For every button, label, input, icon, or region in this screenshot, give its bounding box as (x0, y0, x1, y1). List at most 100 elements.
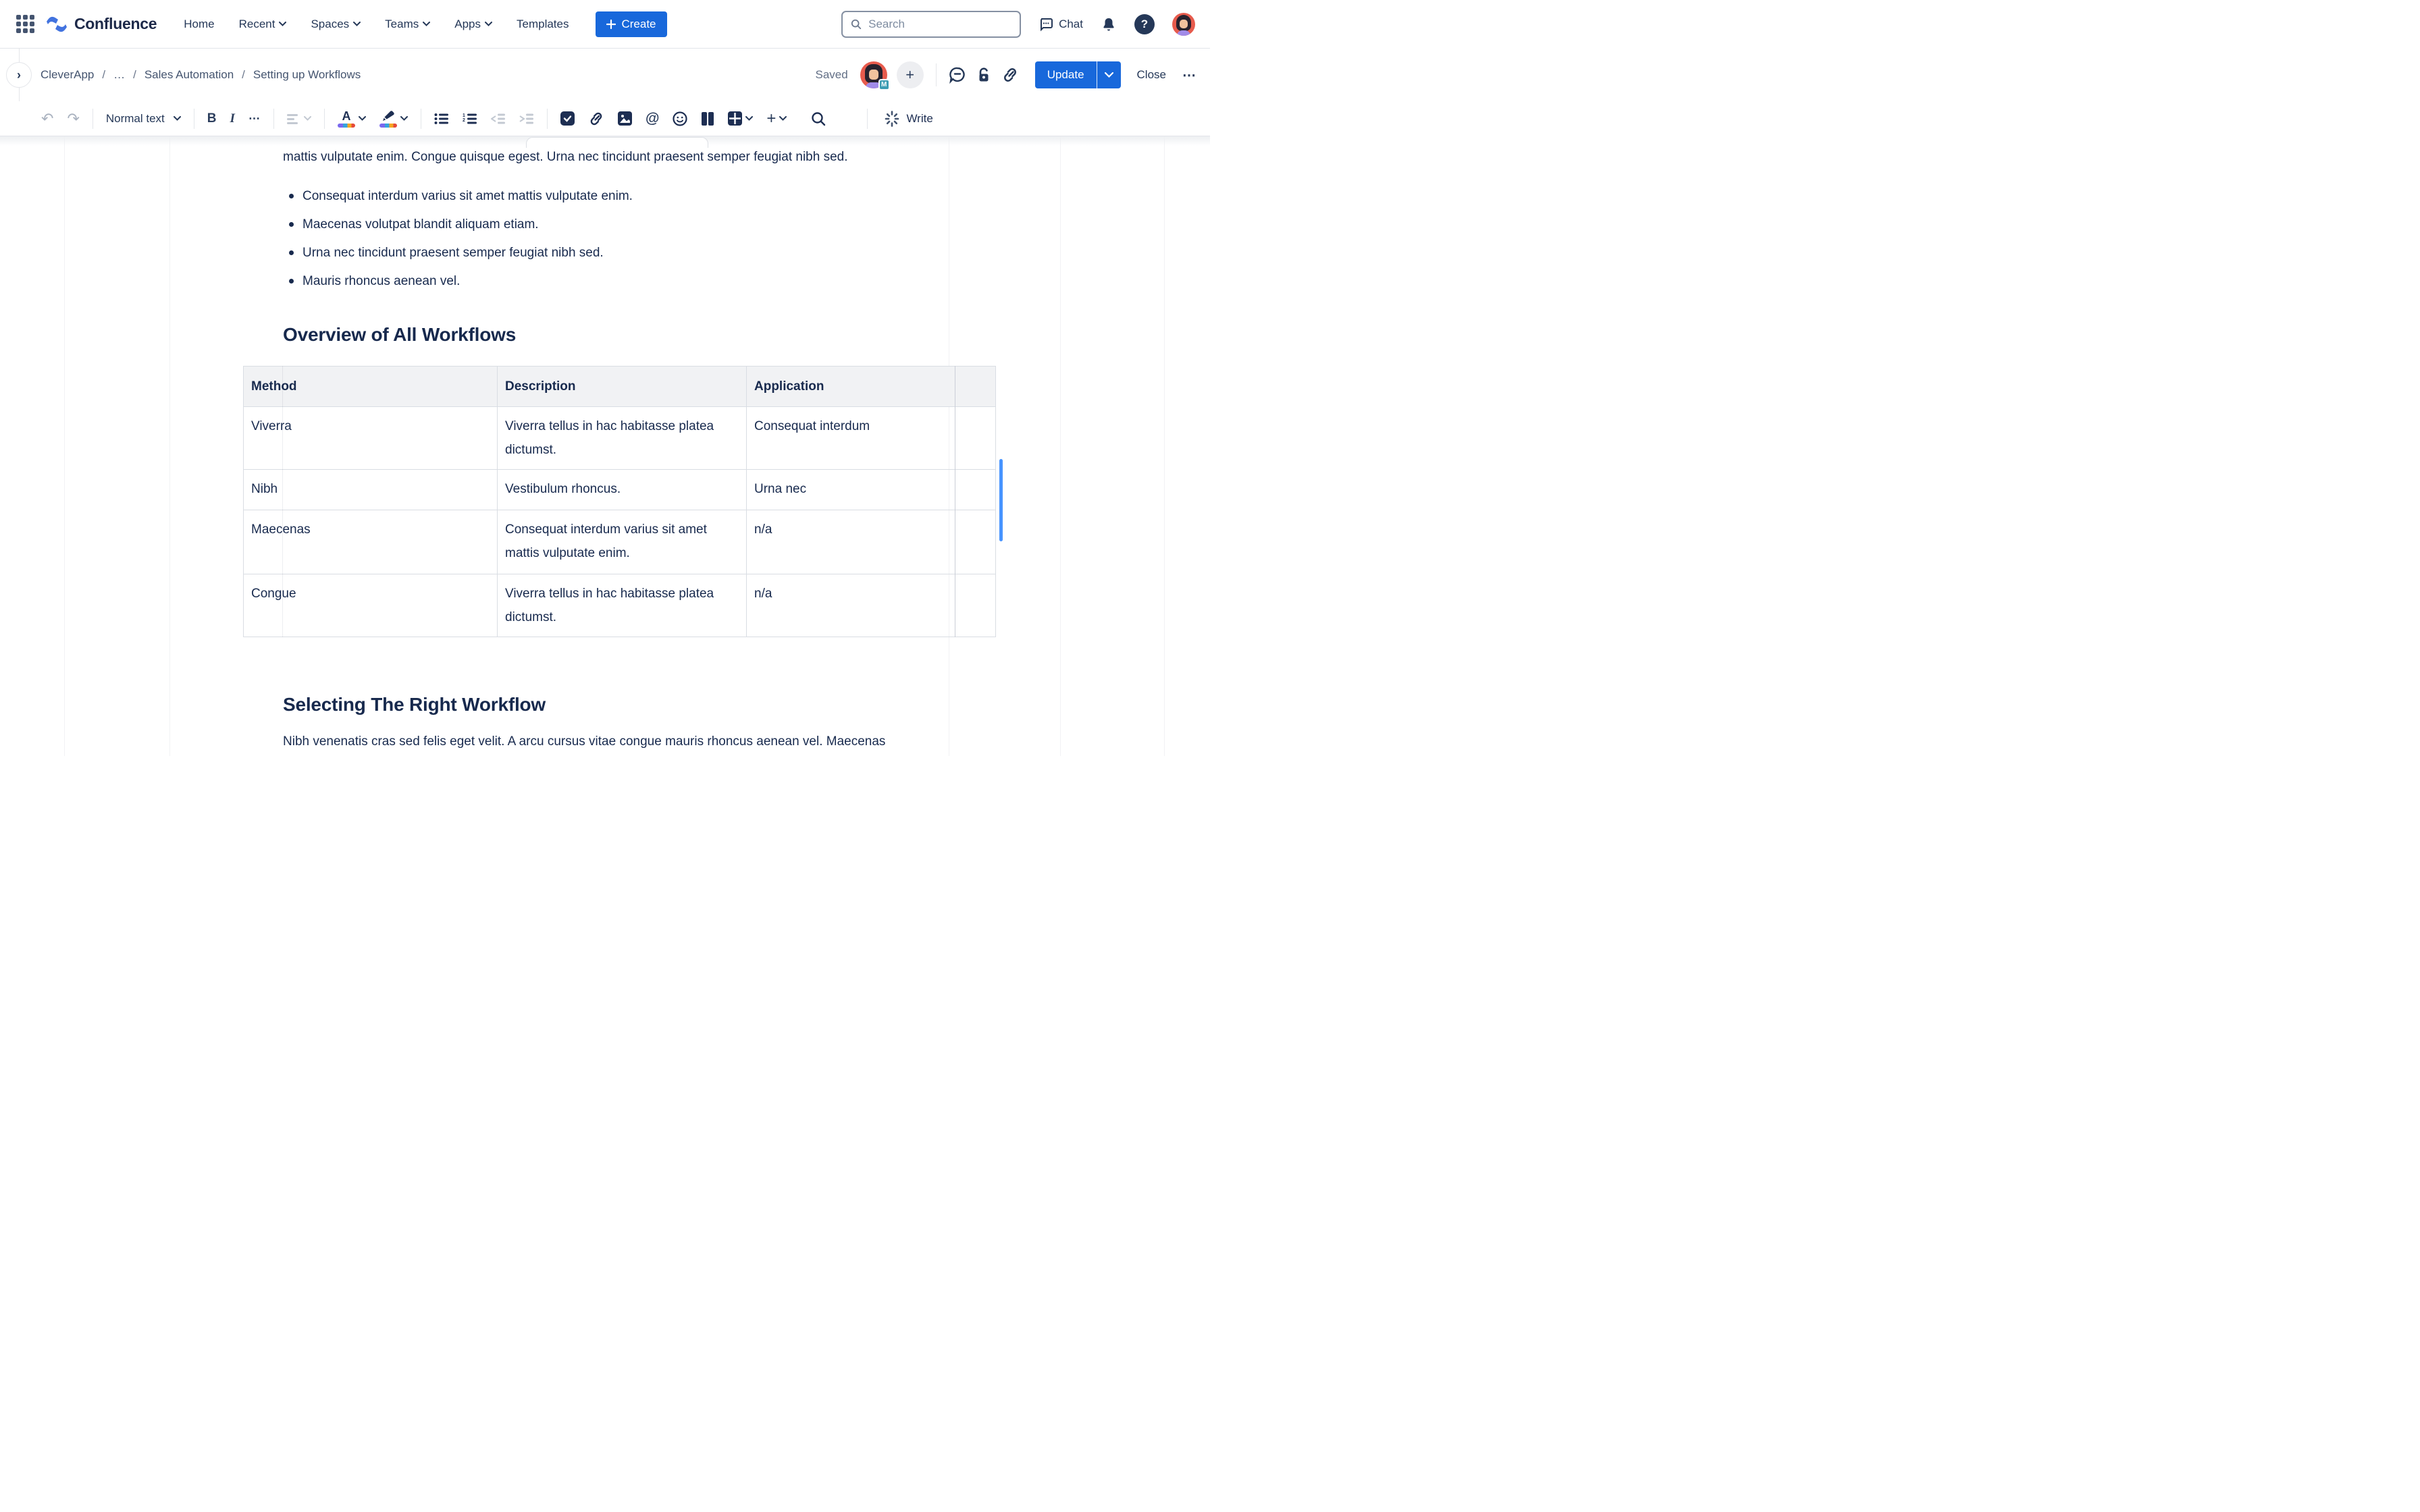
indent-icon[interactable] (516, 110, 537, 128)
nav-item-recent[interactable]: Recent (239, 18, 287, 31)
cell-application[interactable]: Urna nec (747, 470, 955, 510)
more-formatting-button[interactable]: ⋯ (245, 109, 264, 128)
layouts-icon[interactable] (698, 109, 718, 128)
saved-status: Saved (816, 68, 848, 82)
table-row: Nibh Vestibulum rhoncus. Urna nec (244, 470, 996, 510)
search-input[interactable] (841, 11, 1021, 38)
nav-item-templates[interactable]: Templates (517, 18, 569, 31)
collaborator-avatar[interactable]: M (860, 61, 887, 88)
user-avatar[interactable] (1172, 13, 1195, 36)
expand-sidebar-button[interactable]: › (6, 62, 32, 88)
insert-link-icon[interactable] (585, 108, 608, 130)
nav-item-teams[interactable]: Teams (385, 18, 430, 31)
more-actions-button[interactable]: ⋯ (1182, 67, 1196, 84)
breadcrumb-item-current[interactable]: Setting up Workflows (253, 68, 361, 82)
cell-description[interactable]: Viverra tellus in hac habitasse platea d… (498, 407, 747, 470)
chevron-down-icon (174, 116, 181, 121)
unlock-icon[interactable] (976, 66, 992, 84)
svg-text:2: 2 (463, 118, 465, 123)
editor-canvas[interactable]: mattis vulputate enim. Congue quisque eg… (0, 136, 1210, 756)
nav-item-spaces[interactable]: Spaces (311, 18, 361, 31)
mention-icon[interactable]: @ (642, 108, 662, 130)
insert-image-icon[interactable] (614, 109, 635, 128)
page-header-bar: › CleverApp / … / Sales Automation / Set… (0, 49, 1210, 101)
notifications-bell-icon[interactable] (1101, 16, 1117, 32)
text-align-icon[interactable] (284, 111, 315, 127)
cell-method[interactable]: Nibh (244, 470, 498, 510)
find-replace-icon[interactable] (808, 109, 829, 129)
inline-comment-icon[interactable] (949, 66, 966, 84)
bullet-list-icon[interactable] (431, 110, 452, 128)
intro-paragraph: mattis vulputate enim. Congue quisque eg… (283, 146, 923, 169)
cell-application[interactable]: n/a (747, 510, 955, 574)
list-item: Urna nec tincidunt praesent semper feugi… (302, 242, 923, 265)
cell-description[interactable]: Viverra tellus in hac habitasse platea d… (498, 574, 747, 637)
emoji-icon[interactable] (669, 109, 691, 129)
cell-empty[interactable] (955, 510, 996, 574)
outdent-icon[interactable] (488, 110, 509, 128)
bold-button[interactable]: B (204, 109, 220, 129)
breadcrumb-item-parent[interactable]: Sales Automation (144, 68, 234, 82)
ai-write-button[interactable]: Write (884, 111, 932, 127)
collaborator-badge: M (878, 79, 890, 90)
column-header[interactable]: Application (747, 367, 955, 407)
breadcrumb-ellipsis[interactable]: … (113, 68, 125, 82)
text-style-dropdown[interactable]: Normal text (103, 109, 184, 128)
insert-more-icon[interactable]: + (763, 107, 790, 131)
layout-guide (1060, 136, 1061, 756)
create-button[interactable]: Create (596, 11, 666, 37)
app-switcher-icon[interactable] (16, 15, 34, 33)
cell-method[interactable]: Maecenas (244, 510, 498, 574)
nav-item-apps[interactable]: Apps (454, 18, 492, 31)
update-button[interactable]: Update (1035, 61, 1097, 88)
update-options-chevron[interactable] (1097, 61, 1121, 88)
cell-description[interactable]: Vestibulum rhoncus. (498, 470, 747, 510)
column-header[interactable]: Description (498, 367, 747, 407)
cell-method[interactable]: Congue (244, 574, 498, 637)
table-row: Congue Viverra tellus in hac habitasse p… (244, 574, 996, 637)
cell-method[interactable]: Viverra (244, 407, 498, 470)
chevron-down-icon (423, 22, 430, 26)
column-header-empty[interactable] (955, 367, 996, 407)
layout-guide (169, 136, 170, 756)
cell-empty[interactable] (955, 470, 996, 510)
highlight-color-icon[interactable] (376, 107, 411, 130)
cell-application[interactable]: Consequat interdum (747, 407, 955, 470)
divider (273, 109, 274, 129)
document-body[interactable]: mattis vulputate enim. Congue quisque eg… (283, 146, 923, 756)
search-field[interactable] (868, 18, 1011, 31)
close-button[interactable]: Close (1130, 68, 1173, 82)
workflows-table[interactable]: Method Description Application Viverra V… (243, 366, 996, 637)
confluence-editor-window: Confluence Home Recent Spaces Teams (0, 0, 1210, 756)
cell-empty[interactable] (955, 574, 996, 637)
redo-icon[interactable]: ↷ (63, 107, 82, 130)
help-icon[interactable]: ? (1134, 14, 1155, 34)
layout-guide (64, 136, 65, 756)
breadcrumb-item-space[interactable]: CleverApp (41, 68, 94, 82)
chat-button[interactable]: Chat (1038, 17, 1083, 32)
column-header[interactable]: Method (244, 367, 498, 407)
cell-empty[interactable] (955, 407, 996, 470)
section-title-selecting: Selecting The Right Workflow (283, 694, 923, 716)
list-item: Mauris rhoncus aenean vel. (302, 270, 923, 293)
top-navigation-bar: Confluence Home Recent Spaces Teams (0, 0, 1210, 49)
insert-table-icon[interactable] (725, 109, 756, 128)
table-row: Viverra Viverra tellus in hac habitasse … (244, 407, 996, 470)
divider (867, 109, 868, 129)
cell-application[interactable]: n/a (747, 574, 955, 637)
copy-link-icon[interactable] (1001, 66, 1019, 84)
text-color-icon[interactable]: A (334, 107, 369, 130)
numbered-list-icon[interactable]: 12 (459, 110, 481, 128)
task-list-icon[interactable] (557, 109, 578, 128)
workflows-table-wrapper: Method Description Application Viverra V… (243, 366, 995, 637)
italic-button[interactable]: I (227, 109, 238, 129)
editor-toolbar: ↶ ↷ Normal text B I ⋯ A (0, 101, 1210, 136)
layout-guide (1164, 136, 1165, 756)
update-split-button: Update (1035, 61, 1121, 88)
main-nav: Home Recent Spaces Teams Apps (184, 18, 569, 31)
invite-people-button[interactable]: + (897, 61, 924, 88)
cell-description[interactable]: Consequat interdum varius sit amet matti… (498, 510, 747, 574)
undo-icon[interactable]: ↶ (38, 107, 57, 130)
nav-item-home[interactable]: Home (184, 18, 214, 31)
confluence-logo[interactable]: Confluence (45, 14, 157, 35)
